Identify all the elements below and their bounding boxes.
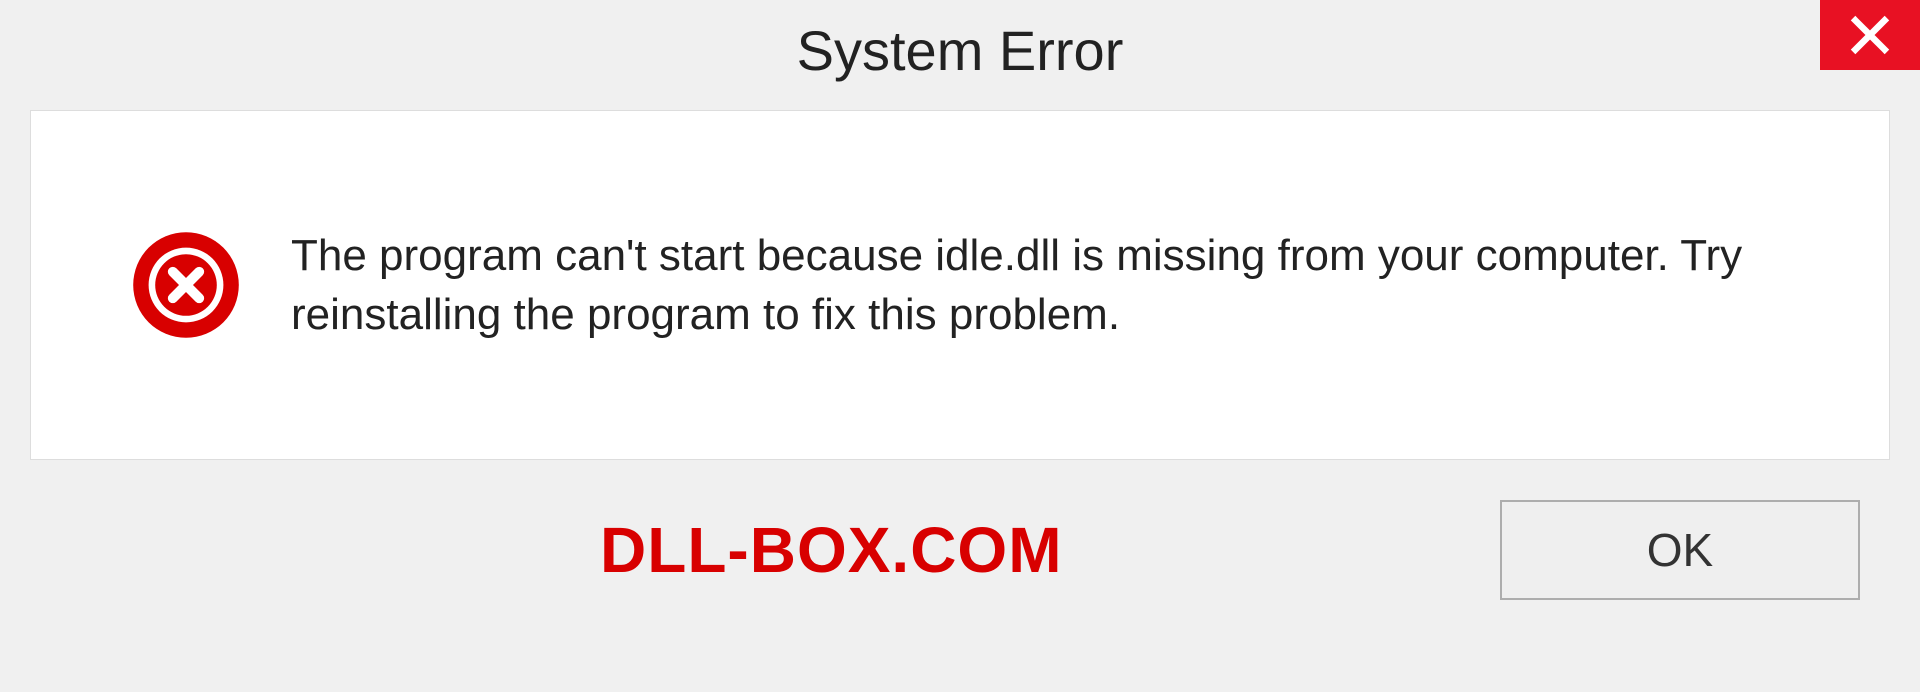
dialog-footer: DLL-BOX.COM OK (0, 460, 1920, 600)
error-dialog: System Error The program can't start bec… (0, 0, 1920, 692)
close-button[interactable] (1820, 0, 1920, 70)
titlebar: System Error (0, 0, 1920, 100)
dialog-title: System Error (797, 18, 1124, 83)
close-icon (1848, 13, 1892, 57)
ok-button[interactable]: OK (1500, 500, 1860, 600)
content-area: The program can't start because idle.dll… (30, 110, 1890, 460)
error-icon (131, 230, 241, 340)
error-message: The program can't start because idle.dll… (291, 226, 1819, 345)
watermark-text: DLL-BOX.COM (600, 513, 1063, 587)
